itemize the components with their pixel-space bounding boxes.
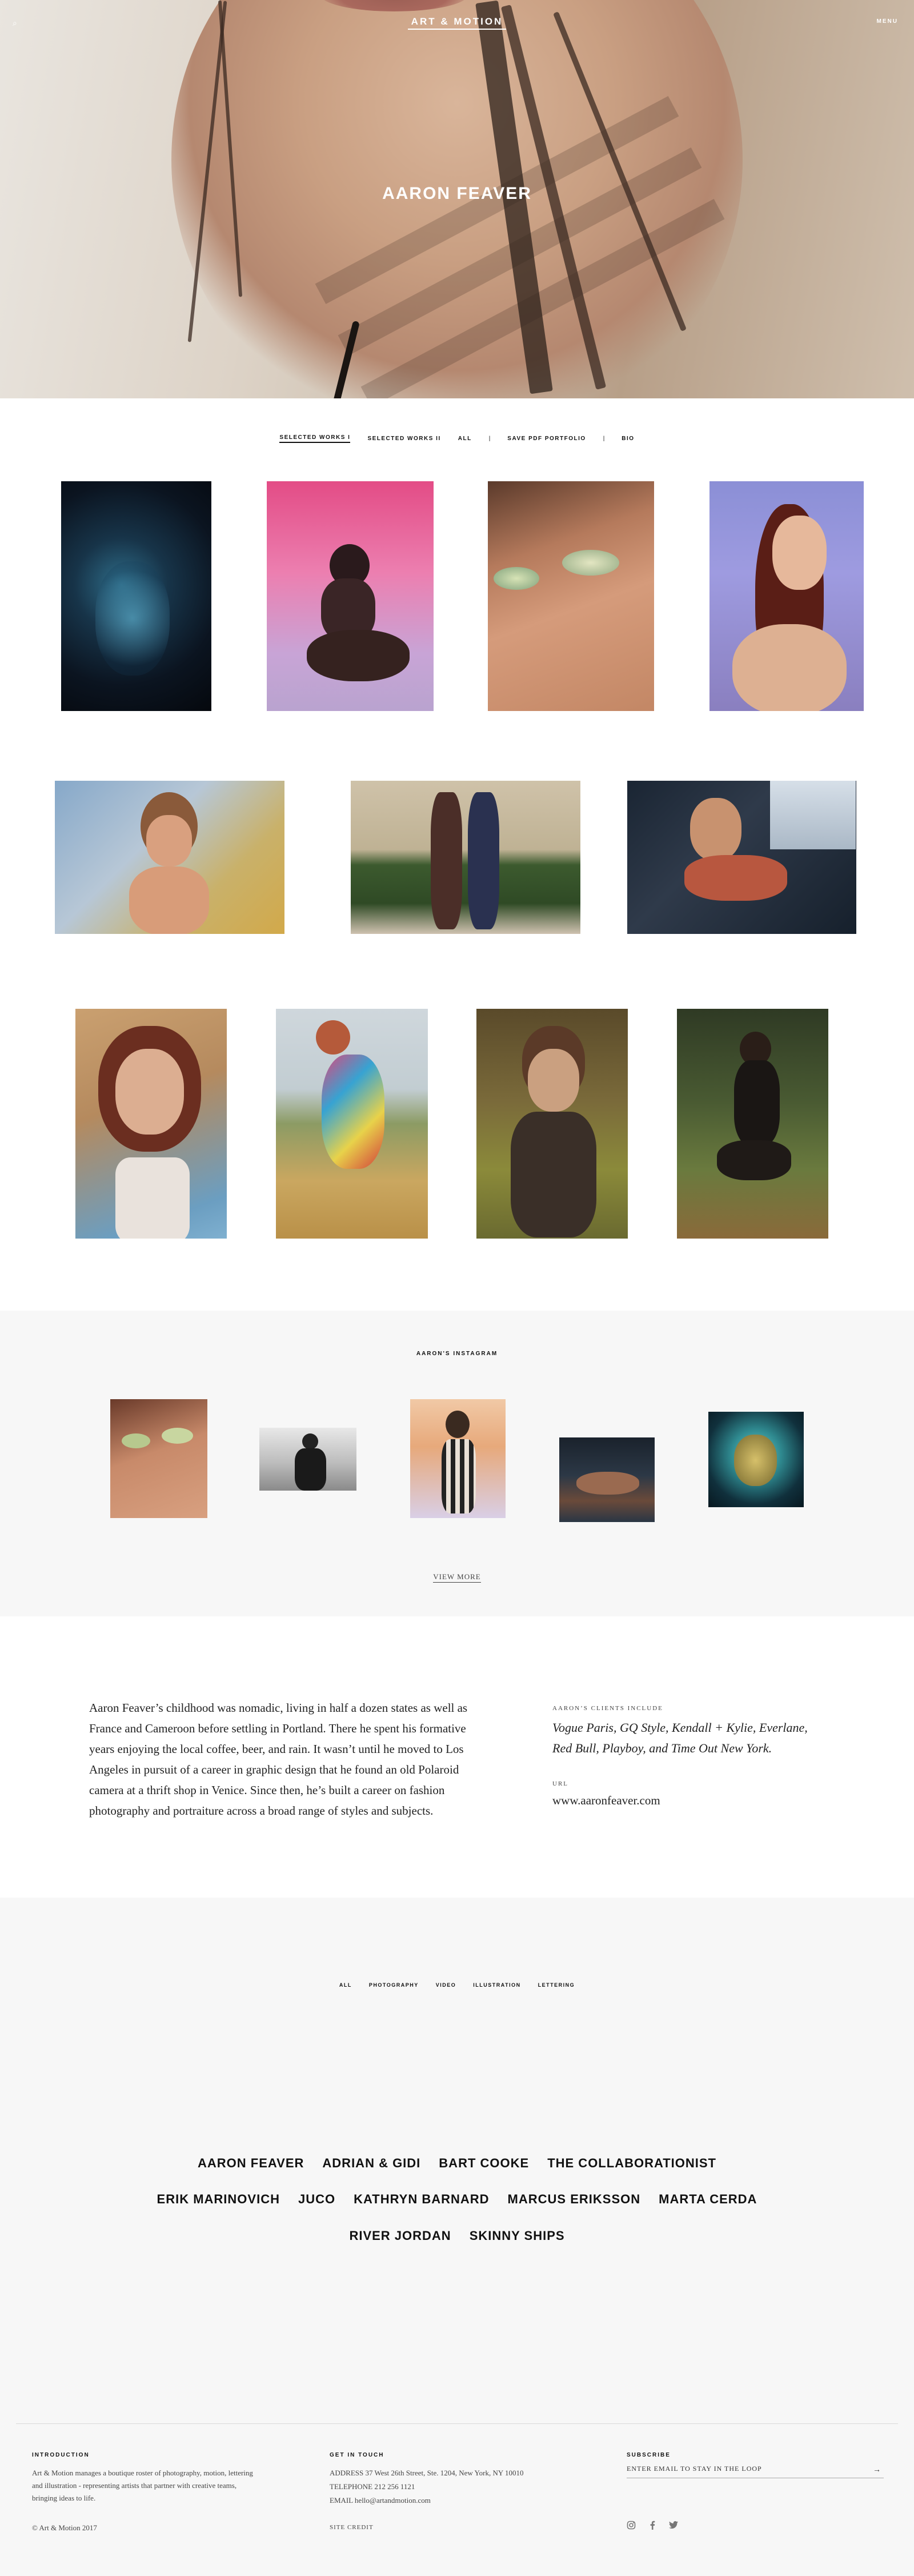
- tab-selected-works-1[interactable]: SELECTED WORKS I: [279, 434, 351, 443]
- filter-all[interactable]: ALL: [339, 1982, 352, 1988]
- clients-list: Vogue Paris, GQ Style, Kendall + Kylie, …: [552, 1720, 808, 1755]
- portfolio-photo[interactable]: [627, 781, 856, 934]
- artist-link[interactable]: ERIK MARINOVICH: [157, 2192, 280, 2207]
- artist-link[interactable]: RIVER JORDAN: [349, 2228, 451, 2243]
- portfolio-photo[interactable]: [476, 1009, 628, 1239]
- tab-all[interactable]: ALL: [458, 436, 472, 442]
- filter-video[interactable]: VIDEO: [436, 1982, 456, 1988]
- portfolio-photo[interactable]: [709, 481, 864, 711]
- artist-link[interactable]: KATHRYN BARNARD: [354, 2192, 489, 2207]
- footer-divider: [16, 2423, 898, 2424]
- subscribe-email-input[interactable]: ENTER EMAIL TO STAY IN THE LOOP: [627, 2465, 884, 2478]
- site-logo[interactable]: ART & MOTION: [0, 16, 914, 30]
- artist-link[interactable]: SKINNY SHIPS: [470, 2228, 565, 2243]
- artist-link[interactable]: MARTA CERDA: [659, 2192, 757, 2207]
- category-filter: ALL PHOTOGRAPHY VIDEO ILLUSTRATION LETTE…: [0, 1982, 914, 1988]
- nav-separator: |: [603, 436, 605, 442]
- artist-url-link[interactable]: www.aaronfeaver.com: [552, 1794, 660, 1808]
- clients-label: AARON’S CLIENTS INCLUDE: [552, 1705, 663, 1712]
- instagram-photo[interactable]: [559, 1437, 655, 1522]
- artist-list-row: RIVER JORDAN SKINNY SHIPS: [0, 2228, 914, 2243]
- footer-intro-heading: INTRODUCTION: [32, 2452, 90, 2458]
- artist-link[interactable]: ADRIAN & GIDI: [322, 2156, 420, 2171]
- instagram-photo[interactable]: [110, 1399, 207, 1518]
- artist-link[interactable]: AARON FEAVER: [198, 2156, 304, 2171]
- footer-contact-heading: GET IN TOUCH: [330, 2452, 384, 2458]
- portfolio-photo[interactable]: [75, 1009, 227, 1239]
- site-logo-text[interactable]: ART & MOTION: [407, 16, 507, 30]
- instagram-icon[interactable]: [627, 2521, 636, 2532]
- menu-button[interactable]: MENU: [877, 18, 898, 25]
- instagram-photo[interactable]: [259, 1428, 356, 1491]
- url-label: URL: [552, 1780, 568, 1787]
- artist-link[interactable]: MARCUS ERIKSSON: [508, 2192, 641, 2207]
- instagram-section: AARON'S INSTAGRAM VIEW MORE: [0, 1311, 914, 1616]
- footer-intro-text: Art & Motion manages a boutique roster o…: [32, 2469, 253, 2502]
- portfolio-photo[interactable]: [276, 1009, 428, 1239]
- filter-photography[interactable]: PHOTOGRAPHY: [369, 1982, 419, 1988]
- site-credit-link[interactable]: SITE CREDIT: [330, 2524, 374, 2531]
- artist-link[interactable]: THE COLLABORATIONIST: [547, 2156, 716, 2171]
- artist-list-row: ERIK MARINOVICH JUCO KATHRYN BARNARD MAR…: [0, 2192, 914, 2207]
- filter-illustration[interactable]: ILLUSTRATION: [473, 1982, 520, 1988]
- filter-lettering[interactable]: LETTERING: [538, 1982, 575, 1988]
- portfolio-photo[interactable]: [677, 1009, 828, 1239]
- tab-selected-works-2[interactable]: SELECTED WORKS II: [367, 436, 440, 442]
- footer-email[interactable]: EMAIL hello@artandmotion.com: [330, 2494, 431, 2507]
- subscribe-submit-arrow-icon[interactable]: →: [873, 2465, 881, 2474]
- instagram-title: AARON'S INSTAGRAM: [416, 1351, 498, 1357]
- artist-link[interactable]: BART COOKE: [439, 2156, 529, 2171]
- instagram-photo[interactable]: [708, 1412, 804, 1507]
- tab-bio[interactable]: BIO: [622, 436, 634, 442]
- view-more-link[interactable]: VIEW MORE: [0, 1572, 914, 1583]
- portfolio-photo[interactable]: [351, 781, 580, 934]
- work-tabs: SELECTED WORKS I SELECTED WORKS II ALL |…: [0, 434, 914, 443]
- artist-title: AARON FEAVER: [382, 184, 532, 203]
- artist-link[interactable]: JUCO: [298, 2192, 335, 2207]
- twitter-icon[interactable]: [668, 2521, 679, 2532]
- facebook-icon[interactable]: [649, 2521, 656, 2532]
- portfolio-photo[interactable]: [55, 781, 284, 934]
- footer-subscribe-heading: SUBSCRIBE: [627, 2452, 671, 2458]
- footer-copyright: © Art & Motion 2017: [32, 2523, 97, 2532]
- save-pdf-portfolio-link[interactable]: SAVE PDF PORTFOLIO: [507, 436, 586, 442]
- footer-address: ADDRESS 37 West 26th Street, Ste. 1204, …: [330, 2469, 524, 2477]
- instagram-photo[interactable]: [410, 1399, 506, 1518]
- bio-text: Aaron Feaver’s childhood was nomadic, li…: [89, 1701, 468, 1818]
- view-more-label[interactable]: VIEW MORE: [433, 1572, 481, 1583]
- nav-separator: |: [488, 436, 491, 442]
- artist-list-row: AARON FEAVER ADRIAN & GIDI BART COOKE TH…: [0, 2156, 914, 2171]
- portfolio-photo[interactable]: [488, 481, 654, 711]
- portfolio-photo[interactable]: [61, 481, 211, 711]
- footer-telephone[interactable]: TELEPHONE 212 256 1121: [330, 2481, 415, 2493]
- portfolio-photo[interactable]: [267, 481, 434, 711]
- hero-banner: ⌕ ART & MOTION MENU AARON FEAVER: [0, 0, 914, 398]
